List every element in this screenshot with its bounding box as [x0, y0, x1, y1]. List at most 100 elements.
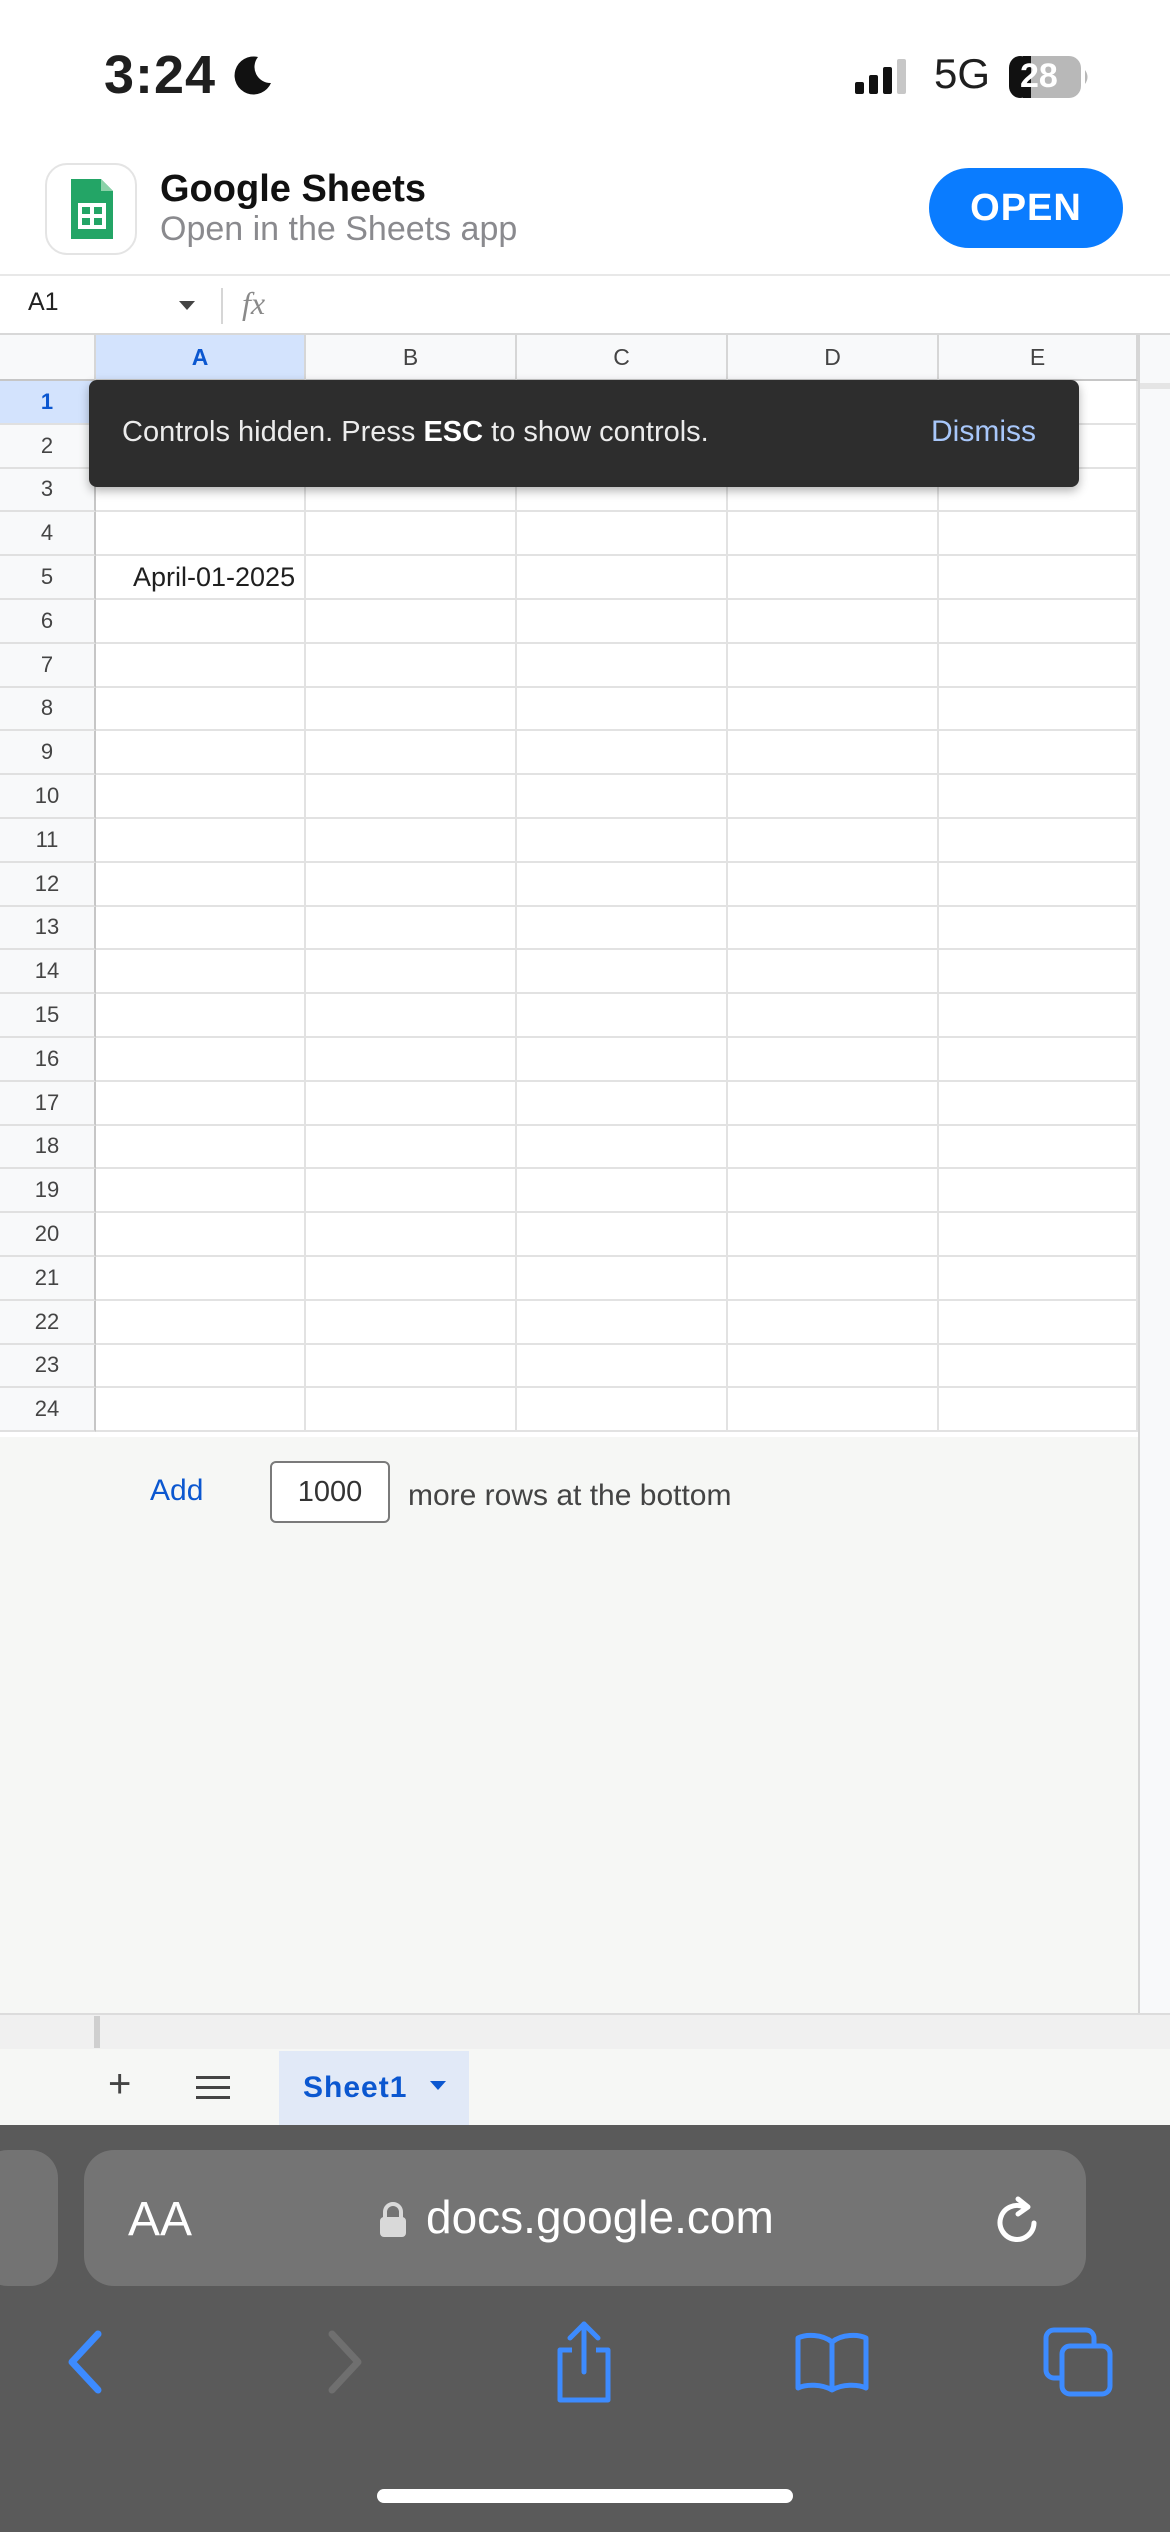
open-app-button[interactable]: OPEN [929, 168, 1123, 248]
row-gridline [96, 729, 1138, 732]
row-gridline [96, 1342, 1138, 1345]
row-header-3[interactable]: 3 [0, 468, 96, 513]
row-header-17[interactable]: 17 [0, 1081, 96, 1126]
add-rows-button[interactable]: Add [150, 1474, 203, 1508]
vertical-scrollbar-thumb[interactable] [1140, 383, 1170, 389]
row-gridline [96, 1079, 1138, 1082]
share-icon[interactable] [552, 2320, 616, 2409]
fx-icon: fx [242, 285, 266, 321]
column-header-e[interactable]: E [939, 335, 1138, 381]
column-gridline [515, 381, 517, 1433]
name-box-dropdown-icon[interactable] [178, 299, 196, 317]
row-header-5[interactable]: 5 [0, 556, 96, 600]
row-header-22[interactable]: 22 [0, 1300, 96, 1345]
row-gridline [96, 554, 1138, 557]
row-gridline [96, 1167, 1138, 1170]
cell-a5[interactable]: April-01-2025 [133, 562, 295, 593]
row-gridline [96, 817, 1138, 819]
app-banner-subtitle: Open in the Sheets app [160, 210, 518, 248]
add-rows-count-input[interactable]: 1000 [270, 1461, 390, 1523]
home-indicator[interactable] [377, 2489, 793, 2503]
page-settings-button[interactable]: AA [128, 2192, 192, 2247]
grid-footer-area [0, 1437, 1138, 2013]
row-header-9[interactable]: 9 [0, 731, 96, 776]
sheet-tab-sheet1[interactable]: Sheet1 [279, 2051, 469, 2125]
forward-chevron-icon[interactable] [322, 2330, 366, 2399]
column-gridline [937, 381, 939, 1433]
bookmarks-icon[interactable] [794, 2330, 870, 2399]
row-gridline [96, 1386, 1138, 1389]
banner-divider [0, 274, 1170, 276]
row-gridline [96, 598, 1138, 600]
row-header-2[interactable]: 2 [0, 424, 96, 469]
row-gridline [96, 685, 1138, 688]
row-gridline [96, 860, 1138, 863]
row-header-14[interactable]: 14 [0, 950, 96, 995]
spreadsheet-grid[interactable]: A B C D E 1 2 3 4 5 6 7 8 9 10 11 12 13 14 15 16 17 18 19 20 21 22… [0, 335, 1138, 1437]
row-gridline [96, 948, 1138, 951]
row-header-19[interactable]: 19 [0, 1169, 96, 1214]
back-chevron-icon[interactable] [64, 2330, 108, 2399]
toast-dismiss-button[interactable]: Dismiss [931, 415, 1036, 449]
row-header-18[interactable]: 18 [0, 1125, 96, 1170]
row-header-24[interactable]: 24 [0, 1388, 96, 1433]
row-header-13[interactable]: 13 [0, 906, 96, 951]
row-gridline [96, 510, 1138, 513]
row-gridline [96, 1211, 1138, 1214]
toast-message: Controls hidden. Press ESC to show contr… [122, 416, 709, 449]
horizontal-scrollbar-thumb[interactable] [94, 2016, 100, 2048]
add-rows-label: more rows at the bottom [408, 1479, 732, 1512]
column-header-b[interactable]: B [306, 335, 517, 381]
url-text[interactable]: docs.google.com [426, 2190, 774, 2244]
row-gridline [96, 992, 1138, 995]
row-header-11[interactable]: 11 [0, 819, 96, 863]
add-sheet-button[interactable]: + [108, 2062, 131, 2107]
status-time: 3:24 [104, 45, 217, 105]
select-all-corner[interactable] [0, 335, 96, 381]
row-gridline [96, 773, 1138, 776]
row-header-6[interactable]: 6 [0, 600, 96, 644]
row-header-8[interactable]: 8 [0, 687, 96, 732]
tabs-overview-icon[interactable] [1042, 2326, 1114, 2403]
page-settings-label: AA [128, 2193, 193, 2246]
vertical-scrollbar[interactable] [1138, 335, 1170, 2013]
column-gridline [726, 381, 728, 1433]
column-header-c[interactable]: C [517, 335, 728, 381]
row-header-15[interactable]: 15 [0, 994, 96, 1038]
row-header-20[interactable]: 20 [0, 1213, 96, 1257]
row-header-4[interactable]: 4 [0, 512, 96, 557]
row-gridline [96, 904, 1138, 907]
app-banner-title: Google Sheets [160, 168, 427, 210]
sheets-app-icon[interactable] [45, 163, 137, 255]
row-gridline [96, 1255, 1138, 1257]
row-header-21[interactable]: 21 [0, 1257, 96, 1301]
column-header-a[interactable]: A [96, 335, 306, 381]
formula-bar-divider [221, 288, 223, 324]
column-gridline [304, 381, 306, 1433]
row-header-10[interactable]: 10 [0, 775, 96, 819]
reload-icon[interactable] [990, 2193, 1046, 2254]
row-header-23[interactable]: 23 [0, 1344, 96, 1389]
row-header-7[interactable]: 7 [0, 643, 96, 688]
row-gridline [96, 1036, 1138, 1038]
all-sheets-menu-icon[interactable] [196, 2076, 230, 2105]
cellular-signal-icon [855, 58, 915, 101]
sheet-tab-dropdown-icon[interactable] [429, 2079, 447, 2097]
row-gridline [96, 1123, 1138, 1126]
moon-icon [232, 54, 274, 101]
previous-tab-preview[interactable] [0, 2150, 58, 2286]
network-type: 5G [934, 50, 991, 97]
sheet-tab-bar [0, 2049, 1170, 2125]
sheet-tab-label: Sheet1 [303, 2071, 408, 2104]
row-header-1[interactable]: 1 [0, 381, 96, 425]
row-gridline [96, 1298, 1138, 1301]
row-gridline [96, 641, 1138, 644]
battery-level: 28 [1020, 57, 1058, 95]
horizontal-scrollbar[interactable] [0, 2013, 1170, 2049]
controls-hidden-toast: Controls hidden. Press ESC to show contr… [89, 380, 1079, 487]
lock-icon [378, 2202, 408, 2243]
column-header-d[interactable]: D [728, 335, 939, 381]
row-header-12[interactable]: 12 [0, 862, 96, 907]
name-box[interactable]: A1 [28, 288, 59, 317]
row-header-16[interactable]: 16 [0, 1038, 96, 1082]
